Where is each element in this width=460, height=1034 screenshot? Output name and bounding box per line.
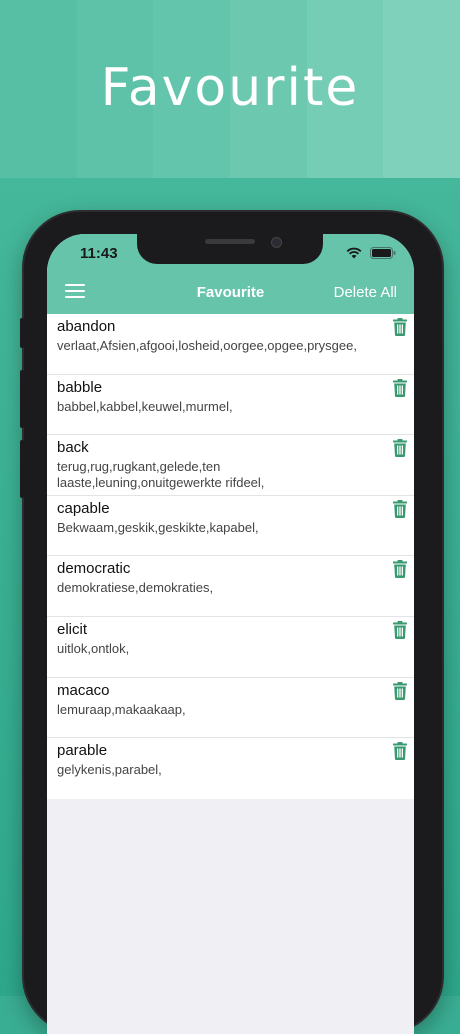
favourite-list: abandon verlaat,Afsien,afgooi,losheid,oo… — [47, 314, 414, 799]
status-icons — [346, 247, 396, 259]
trash-icon[interactable] — [393, 681, 407, 700]
list-item[interactable]: parable gelykenis,parabel, — [47, 738, 414, 799]
delete-all-button[interactable]: Delete All — [334, 284, 397, 301]
phone-side-button — [436, 390, 440, 480]
promo-title: Favourite — [100, 58, 360, 118]
word-label: back — [57, 439, 89, 457]
trash-icon[interactable] — [393, 742, 407, 761]
word-label: babble — [57, 378, 103, 396]
trash-icon[interactable] — [393, 620, 407, 639]
trash-icon[interactable] — [393, 318, 407, 336]
status-time: 11:43 — [80, 245, 118, 262]
list-item[interactable]: macaco lemuraap,makaakaap, — [47, 678, 414, 739]
meaning-label: Bekwaam,geskik,geskikte,kapabel, — [57, 519, 259, 535]
word-label: democratic — [57, 560, 131, 578]
list-item[interactable]: back terug,rug,rugkant,gelede,ten laaste… — [47, 435, 414, 496]
battery-icon — [370, 247, 396, 259]
meaning-label: terug,rug,rugkant,gelede,ten laaste,leun… — [57, 459, 265, 491]
word-label: abandon — [57, 318, 116, 335]
front-camera — [271, 237, 282, 248]
meaning-label: demokratiese,demokraties, — [57, 580, 214, 596]
word-label: elicit — [57, 620, 88, 638]
trash-icon[interactable] — [393, 378, 407, 397]
word-label: parable — [57, 742, 108, 760]
meaning-label: uitlok,ontlok, — [57, 640, 130, 656]
app-screen: 11:43 Favourite Delete All abandon verla… — [47, 234, 414, 1034]
meaning-label: babbel,kabbel,keuwel,murmel, — [57, 398, 233, 414]
phone-side-button — [20, 318, 24, 348]
phone-side-button — [20, 370, 24, 428]
meaning-label: verlaat,Afsien,afgooi,losheid,oorgee,opg… — [57, 338, 357, 353]
meaning-label: lemuraap,makaakaap, — [57, 701, 186, 717]
trash-icon[interactable] — [393, 560, 407, 579]
trash-icon[interactable] — [393, 499, 407, 518]
list-item[interactable]: capable Bekwaam,geskik,geskikte,kapabel, — [47, 496, 414, 557]
nav-bar: 11:43 Favourite Delete All — [47, 234, 414, 314]
phone-side-button — [20, 440, 24, 498]
list-item[interactable]: elicit uitlok,ontlok, — [47, 617, 414, 678]
speaker-grille — [205, 239, 255, 244]
word-label: macaco — [57, 681, 110, 699]
trash-icon[interactable] — [393, 439, 407, 458]
meaning-label: gelykenis,parabel, — [57, 762, 162, 778]
list-item[interactable]: babble babbel,kabbel,keuwel,murmel, — [47, 375, 414, 436]
list-item[interactable]: abandon verlaat,Afsien,afgooi,losheid,oo… — [47, 314, 414, 375]
notch — [137, 234, 323, 264]
wifi-icon — [346, 247, 362, 259]
word-label: capable — [57, 499, 110, 517]
list-item[interactable]: democratic demokratiese,demokraties, — [47, 556, 414, 617]
